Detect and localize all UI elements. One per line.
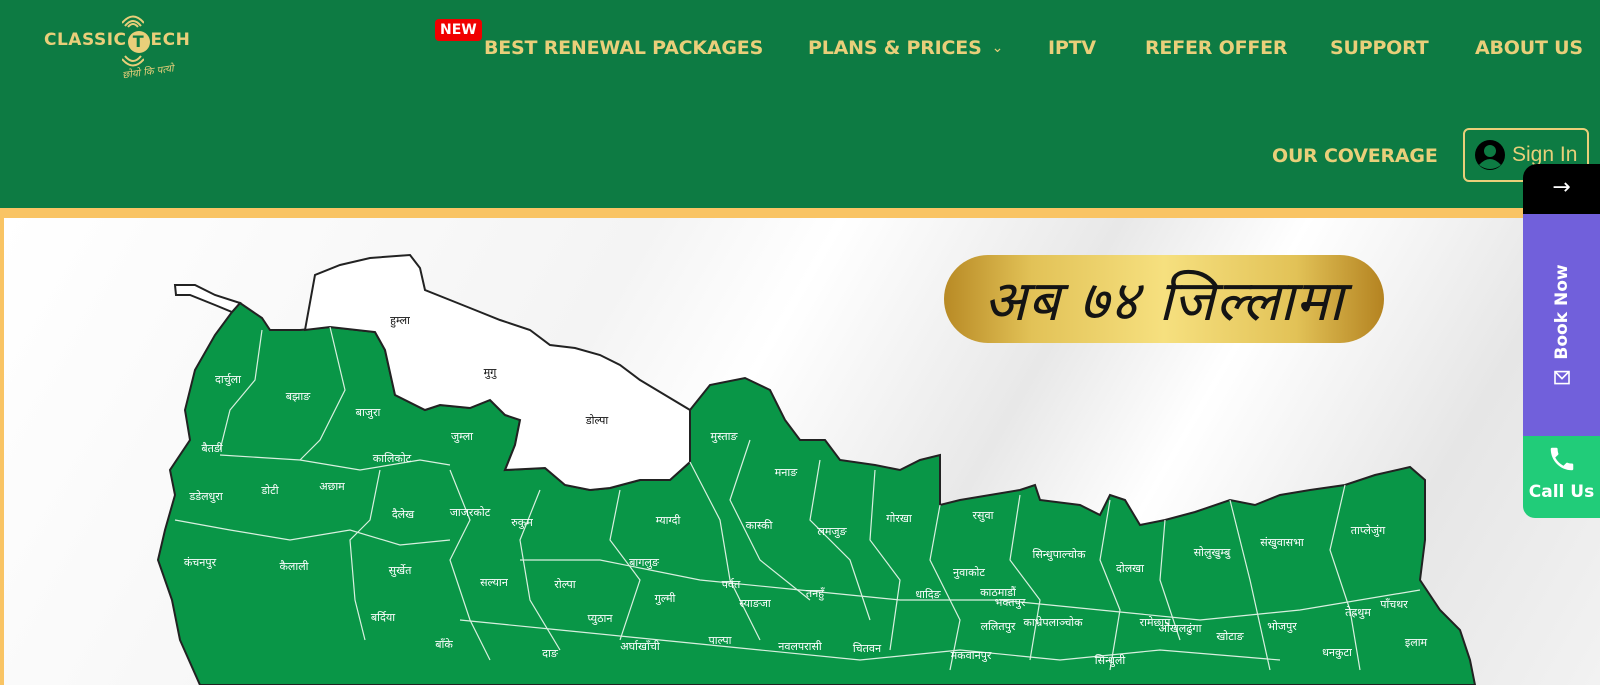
- district-label: तेह्रथुम: [1345, 606, 1371, 619]
- district-label: म्याग्दी: [656, 514, 681, 527]
- district-label: पाल्पा: [709, 634, 732, 647]
- new-badge: NEW: [435, 19, 482, 41]
- district-label: मुस्ताङ: [711, 430, 739, 443]
- classic-tech-logo[interactable]: CLASSIC T ECH छोयो कि पत्यो: [38, 12, 190, 87]
- district-label: डोटी: [260, 484, 278, 497]
- district-label: कैलाली: [279, 560, 308, 573]
- district-label: रोल्पा: [554, 578, 575, 591]
- phone-icon: [1550, 447, 1573, 471]
- district-label: रसुवा: [973, 509, 994, 522]
- district-label: जाजरकोट: [450, 506, 491, 519]
- logo-word-ech: ECH: [150, 30, 191, 50]
- district-label: जुम्ला: [451, 430, 473, 443]
- nav-iptv[interactable]: IPTV: [1048, 30, 1096, 66]
- district-label: सिन्धुपाल्चोक: [1033, 548, 1087, 561]
- collapse-arrow-button[interactable]: →: [1523, 164, 1600, 214]
- district-label: भोजपुर: [1267, 620, 1297, 633]
- district-label: ओखलढुंगा: [1159, 622, 1202, 635]
- floating-side-widget: → Book Now Call Us: [1523, 164, 1600, 518]
- district-label-uncovered: मुगु: [484, 366, 498, 379]
- nav-best-renewal-packages[interactable]: BEST RENEWAL PACKAGES: [484, 30, 763, 66]
- district-label: गुल्मी: [655, 592, 676, 605]
- nav-our-coverage[interactable]: OUR COVERAGE: [1272, 138, 1438, 174]
- call-us-button[interactable]: Call Us: [1523, 436, 1600, 518]
- district-label: कालिकोट: [373, 452, 412, 465]
- district-label-uncovered: डोल्पा: [585, 414, 609, 427]
- district-label: कास्की: [746, 519, 773, 532]
- book-now-label: Book Now: [1551, 264, 1572, 360]
- district-label: सुर्खेत: [389, 564, 412, 577]
- header-accent-bar: [0, 208, 1600, 218]
- district-label: सिन्धुली: [1095, 654, 1126, 667]
- nav-about-us[interactable]: ABOUT US: [1475, 30, 1583, 66]
- district-label: धनकुटा: [1322, 646, 1352, 659]
- district-label: बाँके: [435, 638, 453, 651]
- map-northwest-tip: [173, 284, 242, 314]
- district-label: ताप्लेजुंग: [1351, 524, 1386, 537]
- call-us-label: Call Us: [1528, 482, 1595, 502]
- envelope-icon: [1553, 370, 1570, 385]
- district-label: धादिङ: [915, 588, 941, 601]
- user-avatar-icon: [1475, 140, 1505, 170]
- arrow-right-icon: →: [1552, 175, 1571, 200]
- district-label: रुकुम: [511, 516, 533, 529]
- district-label: बैतडी: [201, 442, 222, 455]
- district-label: ललितपुर: [981, 620, 1016, 633]
- district-label: मनाङ: [775, 466, 799, 479]
- nav-plans-prices[interactable]: PLANS & PRICES ⌄: [808, 30, 1003, 66]
- district-label: डडेलधुरा: [188, 490, 222, 503]
- district-label: मकवानपुर: [951, 649, 992, 662]
- district-label: बर्दिया: [371, 611, 395, 624]
- district-label: अछाम: [319, 480, 345, 493]
- nav-plans-prices-label: PLANS & PRICES: [808, 37, 982, 59]
- logo-word-classic: CLASSIC: [44, 30, 127, 50]
- district-label: गोरखा: [886, 512, 912, 525]
- district-label: स्याङजा: [739, 597, 771, 610]
- district-label: अर्घाखाँची: [620, 640, 660, 653]
- site-header: CLASSIC T ECH छोयो कि पत्यो NEW BEST RENEW…: [0, 0, 1600, 208]
- signal-waves-icon: [122, 15, 144, 28]
- district-label: प्युठान: [587, 612, 613, 625]
- logo-t-circle: T: [127, 31, 150, 53]
- district-label: नवलपरासी: [778, 640, 822, 653]
- district-label: सल्यान: [480, 576, 509, 589]
- logo-text: CLASSIC T ECH: [44, 30, 190, 53]
- book-now-content: Book Now: [1552, 264, 1572, 385]
- district-label: दार्चुला: [215, 373, 241, 386]
- district-label: भक्तपुर: [995, 596, 1026, 609]
- district-label: सोलुखुम्बु: [1194, 546, 1232, 559]
- district-label: तनहुँ: [806, 587, 825, 601]
- nav-refer-offer[interactable]: REFER OFFER: [1145, 30, 1288, 66]
- district-label: काभ्रेपलाञ्चोक: [1023, 616, 1083, 629]
- district-label: इलाम: [1405, 636, 1428, 649]
- nav-support[interactable]: SUPPORT: [1330, 30, 1429, 66]
- district-label: संखुवासभा: [1260, 536, 1304, 549]
- chevron-down-icon[interactable]: ⌄: [992, 30, 1004, 66]
- district-label: दोलखा: [1116, 562, 1144, 575]
- district-label: चितवन: [853, 642, 882, 655]
- district-label: कंचनपुर: [184, 556, 217, 569]
- district-label: लमजुङ: [817, 525, 847, 538]
- district-label: पाँचथर: [1380, 598, 1408, 611]
- district-label: दाङ: [542, 647, 559, 660]
- district-label: खोटाङ: [1216, 630, 1244, 643]
- district-label-uncovered: हुम्ला: [390, 314, 410, 328]
- district-label: बाजुरा: [356, 406, 381, 419]
- district-label: बागलुङ: [629, 556, 660, 569]
- district-label: पर्वत: [722, 578, 741, 591]
- district-label: दैलेख: [392, 508, 415, 521]
- coverage-banner: अब ७४ जिल्लामा: [944, 255, 1384, 343]
- district-label: नुवाकोट: [953, 566, 985, 579]
- district-label: बझाङ: [286, 390, 311, 403]
- coverage-banner-text: अब ७४ जिल्लामा: [983, 269, 1345, 334]
- book-now-button[interactable]: Book Now: [1523, 214, 1600, 436]
